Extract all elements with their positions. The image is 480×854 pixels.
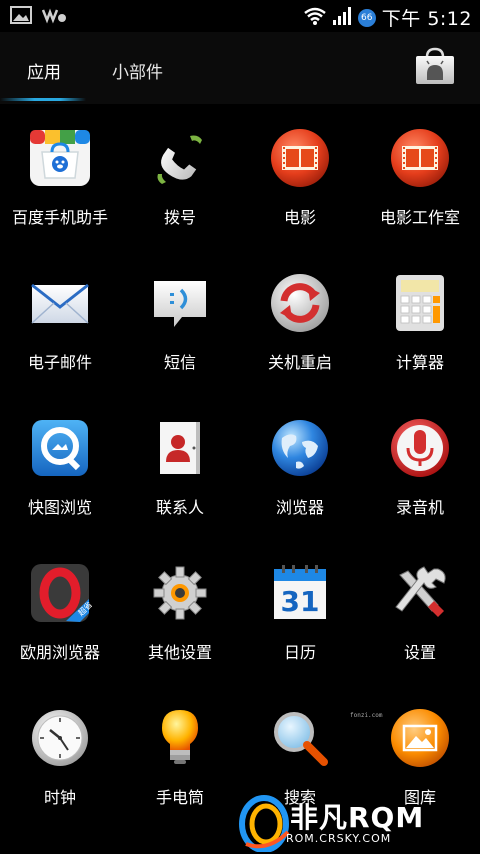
- wifi-icon: [304, 7, 326, 29]
- calendar-day: 31: [281, 585, 320, 618]
- app-label: 时钟: [43, 788, 76, 807]
- app-recorder[interactable]: 录音机: [360, 402, 480, 532]
- app-label: 计算器: [395, 353, 444, 372]
- calendar-icon: 31: [268, 561, 332, 625]
- app-clock[interactable]: 时钟: [0, 692, 120, 822]
- battery-badge: 66: [357, 8, 376, 27]
- store-bag-icon: [416, 47, 454, 84]
- tab-widgets[interactable]: 小部件: [112, 58, 163, 83]
- app-flashlight[interactable]: 手电筒: [120, 692, 240, 822]
- app-label: 日历: [283, 643, 316, 662]
- recorder-icon: [388, 416, 452, 480]
- baidu-assistant-icon: [28, 126, 92, 190]
- app-label: 关机重启: [267, 353, 332, 372]
- gallery-app-icon: [388, 706, 452, 770]
- other-settings-gear-icon: [148, 561, 212, 625]
- app-label: 手电筒: [155, 788, 204, 807]
- phone-icon: [148, 126, 212, 190]
- watermark-url: ROM.CRSKY.COM: [286, 832, 392, 845]
- sms-icon: [148, 271, 212, 335]
- app-label: 拨号: [163, 208, 196, 227]
- app-baidu-assistant[interactable]: 百度手机助手: [0, 112, 120, 242]
- app-calculator[interactable]: 计算器: [360, 257, 480, 387]
- app-label: 欧朋浏览器: [19, 643, 100, 662]
- app-label: 其他设置: [147, 643, 212, 662]
- app-browser[interactable]: 浏览器: [240, 402, 360, 532]
- contacts-icon: [148, 416, 212, 480]
- reboot-icon: [268, 271, 332, 335]
- movie-studio-icon: [388, 126, 452, 190]
- app-label: 电子邮件: [27, 353, 92, 372]
- email-icon: [28, 271, 92, 335]
- app-label: 浏览器: [275, 498, 324, 517]
- app-label: 电影: [283, 208, 316, 227]
- app-label: 联系人: [155, 498, 204, 517]
- app-calendar[interactable]: 31 日历: [240, 547, 360, 677]
- app-label: 电影工作室: [379, 208, 460, 227]
- search-icon: [268, 706, 332, 770]
- clock-icon: [28, 706, 92, 770]
- app-contacts[interactable]: 联系人: [120, 402, 240, 532]
- tab-apps[interactable]: 应用: [27, 58, 61, 83]
- app-movie[interactable]: 电影: [240, 112, 360, 242]
- quickpic-icon: [28, 416, 92, 480]
- watermark-title: 非凡RQM: [290, 801, 425, 834]
- app-settings[interactable]: 设置: [360, 547, 480, 677]
- app-label: 百度手机助手: [11, 208, 108, 227]
- app-reboot[interactable]: 关机重启: [240, 257, 360, 387]
- movie-icon: [268, 126, 332, 190]
- app-movie-studio[interactable]: 电影工作室: [360, 112, 480, 242]
- app-label: 设置: [403, 643, 436, 662]
- tiny-watermark: fonzi.com: [350, 712, 383, 719]
- opera-icon: 超省: [28, 561, 94, 625]
- app-opera[interactable]: 超省 欧朋浏览器: [0, 547, 120, 677]
- app-sms[interactable]: 短信: [120, 257, 240, 387]
- play-store-button[interactable]: [414, 46, 456, 86]
- flashlight-icon: [148, 706, 212, 770]
- browser-globe-icon: [268, 416, 332, 480]
- status-time: 下午 5:12: [381, 8, 472, 30]
- status-bar: 66 下午 5:12: [0, 0, 480, 32]
- app-label: 快图浏览: [27, 498, 92, 517]
- app-label: 短信: [163, 353, 196, 372]
- app-phone[interactable]: 拨号: [120, 112, 240, 242]
- app-other-settings[interactable]: 其他设置: [120, 547, 240, 677]
- calculator-icon: [388, 271, 452, 335]
- walkman-icon: [41, 6, 68, 28]
- gallery-notification-icon: [10, 6, 32, 28]
- app-email[interactable]: 电子邮件: [0, 257, 120, 387]
- drawer-tab-header: 应用 小部件: [0, 32, 480, 104]
- active-tab-indicator: [0, 98, 86, 101]
- site-watermark: 非凡RQM ROM.CRSKY.COM: [238, 792, 438, 852]
- settings-tools-icon: [388, 561, 452, 625]
- app-label: 录音机: [395, 498, 444, 517]
- app-quickpic[interactable]: 快图浏览: [0, 402, 120, 532]
- signal-icon: [332, 6, 352, 30]
